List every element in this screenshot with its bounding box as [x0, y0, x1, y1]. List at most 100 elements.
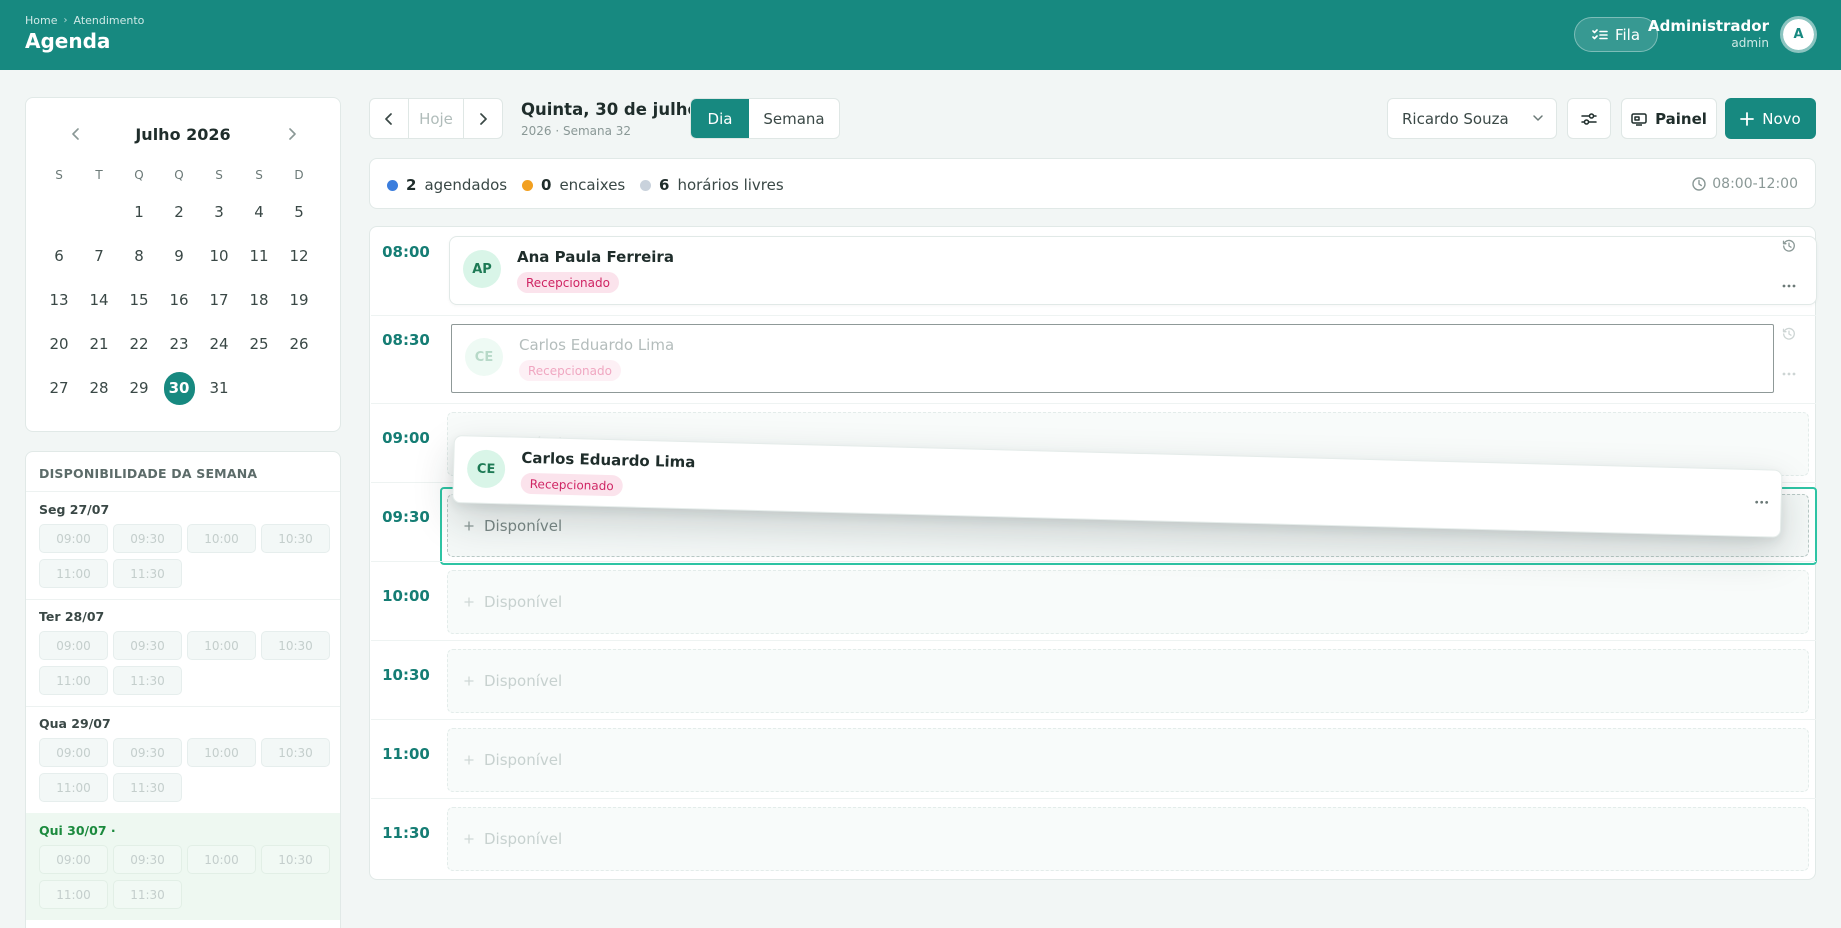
- availability-slot[interactable]: 11:30: [113, 773, 182, 802]
- filters-button[interactable]: [1567, 98, 1611, 139]
- available-slot[interactable]: Disponível: [447, 728, 1809, 792]
- calendar-day[interactable]: 6: [39, 234, 79, 278]
- calendar-day[interactable]: 21: [79, 322, 119, 366]
- calendar-day[interactable]: 18: [239, 278, 279, 322]
- day-summary-bar: 2 agendados 0 encaixes 6 horários livres…: [369, 158, 1816, 209]
- calendar-day[interactable]: 28: [79, 366, 119, 410]
- availability-slot[interactable]: 11:00: [39, 666, 108, 695]
- more-horizontal-icon[interactable]: [1782, 361, 1805, 380]
- calendar-day[interactable]: 17: [199, 278, 239, 322]
- appointment-patient-name: Ana Paula Ferreira: [517, 248, 674, 266]
- summary-scheduled: 2 agendados: [387, 176, 507, 194]
- calendar-day[interactable]: 26: [279, 322, 319, 366]
- calendar-day[interactable]: 1: [119, 190, 159, 234]
- availability-slot[interactable]: 11:30: [113, 880, 182, 909]
- new-appointment-button[interactable]: Novo: [1725, 98, 1816, 139]
- availability-slot[interactable]: 09:00: [39, 524, 108, 553]
- calendar-next-month[interactable]: [280, 122, 304, 146]
- calendar-day[interactable]: 10: [199, 234, 239, 278]
- calendar-day[interactable]: 20: [39, 322, 79, 366]
- chevron-right-icon: [479, 112, 487, 125]
- availability-slot[interactable]: 11:30: [113, 666, 182, 695]
- calendar-day[interactable]: 22: [119, 322, 159, 366]
- appointment-card-placeholder[interactable]: CE Carlos Eduardo Lima Recepcionado: [451, 324, 1774, 393]
- availability-slot[interactable]: 10:30: [261, 738, 330, 767]
- availability-slot[interactable]: 09:00: [39, 738, 108, 767]
- more-horizontal-icon[interactable]: [1782, 273, 1805, 292]
- calendar-day[interactable]: 23: [159, 322, 199, 366]
- availability-slot[interactable]: 10:30: [261, 524, 330, 553]
- appointment-initials: CE: [474, 349, 494, 365]
- calendar-day[interactable]: 27: [39, 366, 79, 410]
- calendar-day-selected[interactable]: 30: [159, 366, 199, 410]
- page-title: Agenda: [25, 29, 111, 53]
- calendar-day[interactable]: 2: [159, 190, 199, 234]
- time-slot-label: 08:00: [382, 243, 430, 261]
- history-icon[interactable]: [1782, 326, 1805, 345]
- chevron-right-icon: [289, 128, 296, 140]
- view-day-tab[interactable]: Dia: [691, 99, 749, 138]
- free-dot-icon: [640, 179, 651, 191]
- calendar-day[interactable]: 11: [239, 234, 279, 278]
- fila-button[interactable]: Fila: [1574, 17, 1658, 52]
- calendar-day[interactable]: 29: [119, 366, 159, 410]
- calendar-day[interactable]: 8: [119, 234, 159, 278]
- availability-slot[interactable]: 10:00: [187, 845, 256, 874]
- availability-slot[interactable]: 10:30: [261, 631, 330, 660]
- next-day-button[interactable]: [464, 99, 502, 138]
- availability-slot[interactable]: 10:00: [187, 631, 256, 660]
- calendar-day[interactable]: 4: [239, 190, 279, 234]
- availability-slot[interactable]: 11:30: [113, 559, 182, 588]
- weekday-header: D: [294, 168, 304, 182]
- breadcrumb-home[interactable]: Home: [25, 14, 57, 27]
- calendar-day[interactable]: 24: [199, 322, 239, 366]
- calendar-day[interactable]: 9: [159, 234, 199, 278]
- availability-slot[interactable]: 09:30: [113, 738, 182, 767]
- chevron-left-icon: [385, 112, 393, 125]
- previous-day-button[interactable]: [370, 99, 408, 138]
- calendar-day[interactable]: 16: [159, 278, 199, 322]
- today-button[interactable]: Hoje: [408, 99, 464, 138]
- more-horizontal-icon[interactable]: [1755, 500, 1769, 504]
- calendar-day[interactable]: 13: [39, 278, 79, 322]
- availability-title: DISPONIBILIDADE DA SEMANA: [39, 466, 258, 481]
- plus-icon: [464, 676, 474, 686]
- time-slot-label: 09:00: [382, 429, 430, 447]
- calendar-day[interactable]: 31: [199, 366, 239, 410]
- view-week-tab[interactable]: Semana: [749, 99, 839, 138]
- history-icon[interactable]: [1782, 238, 1805, 257]
- availability-day: Qui 30/07 · 09:00 09:30 10:00 10:30 11:00 11:3…: [26, 813, 340, 920]
- availability-slot[interactable]: 09:00: [39, 631, 108, 660]
- availability-slot[interactable]: 10:30: [261, 845, 330, 874]
- availability-slot[interactable]: 11:00: [39, 773, 108, 802]
- calendar-grid: S T Q Q S S D 1 2 3 4 5 6 7 8 9 10 11 12 13 14 15 16 17 18 19 20 21…: [39, 168, 319, 410]
- availability-slot[interactable]: 10:00: [187, 738, 256, 767]
- calendar-day[interactable]: 12: [279, 234, 319, 278]
- available-slot[interactable]: Disponível: [447, 807, 1809, 871]
- availability-slot[interactable]: 09:30: [113, 524, 182, 553]
- appointment-card[interactable]: AP Ana Paula Ferreira Recepcionado: [449, 236, 1817, 305]
- available-slot[interactable]: Disponível: [447, 649, 1809, 713]
- availability-slot[interactable]: 09:30: [113, 845, 182, 874]
- calendar-day[interactable]: 19: [279, 278, 319, 322]
- availability-slot[interactable]: 09:00: [39, 845, 108, 874]
- calendar-day[interactable]: 7: [79, 234, 119, 278]
- calendar-day[interactable]: 5: [279, 190, 319, 234]
- divider: [371, 315, 1816, 316]
- breadcrumb-atendimento[interactable]: Atendimento: [73, 14, 144, 27]
- divider: [371, 719, 1816, 720]
- availability-slot[interactable]: 11:00: [39, 559, 108, 588]
- time-slot-label: 11:30: [382, 824, 430, 842]
- professional-select[interactable]: Ricardo Souza: [1387, 98, 1557, 139]
- calendar-day[interactable]: 14: [79, 278, 119, 322]
- availability-slot[interactable]: 10:00: [187, 524, 256, 553]
- calendar-day[interactable]: 3: [199, 190, 239, 234]
- calendar-day[interactable]: 15: [119, 278, 159, 322]
- availability-slot[interactable]: 11:00: [39, 880, 108, 909]
- availability-slot[interactable]: 09:30: [113, 631, 182, 660]
- painel-button[interactable]: Painel: [1621, 98, 1717, 139]
- time-slot-label: 11:00: [382, 745, 430, 763]
- available-slot[interactable]: Disponível: [447, 570, 1809, 634]
- user-avatar[interactable]: A: [1780, 16, 1817, 53]
- calendar-day[interactable]: 25: [239, 322, 279, 366]
